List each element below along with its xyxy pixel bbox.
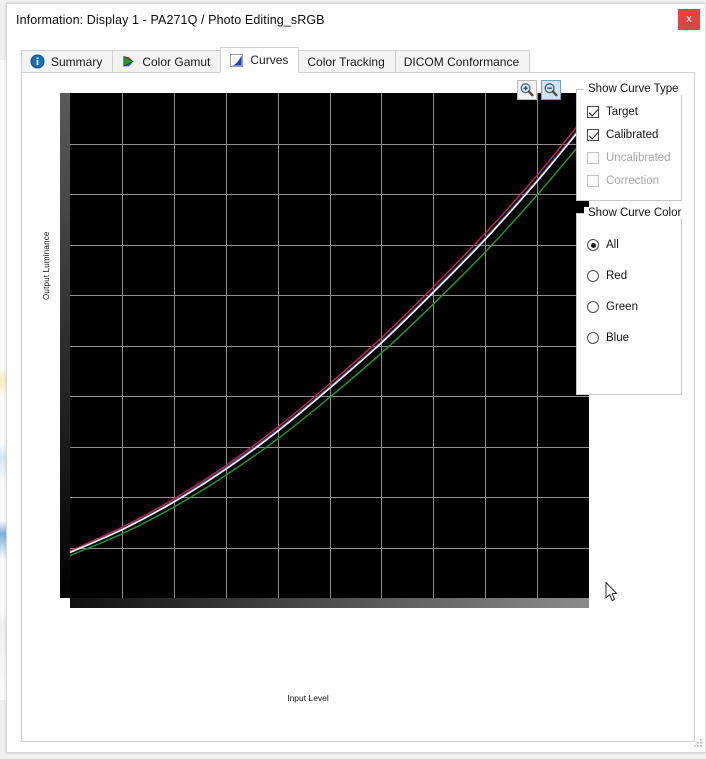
curve-green — [70, 132, 589, 557]
blue-radio[interactable] — [587, 332, 599, 344]
tab-color-gamut-label: Color Gamut — [142, 54, 211, 69]
tab-strip: Summary Color Gamut Curves Color Trackin… — [21, 47, 705, 73]
radio-row-blue[interactable]: Blue — [587, 332, 629, 344]
checkbox-row-correction: Correction — [587, 175, 659, 187]
calibrated-checkbox[interactable] — [587, 129, 599, 141]
show-curve-type-group: Show Curve Type Target Calibrated Uncali… — [576, 83, 683, 201]
uncalibrated-label: Uncalibrated — [606, 152, 671, 164]
radio-row-green[interactable]: Green — [587, 301, 638, 313]
all-label: All — [606, 239, 619, 251]
green-label: Green — [606, 301, 638, 313]
show-curve-color-title: Show Curve Color — [584, 207, 686, 219]
curve-red — [70, 110, 589, 552]
curves-tab-page: Output Luminance Input Level Show Curve … — [21, 72, 695, 742]
mouse-cursor — [605, 582, 618, 602]
tab-curves-label: Curves — [250, 53, 289, 67]
curve-blue — [70, 116, 589, 553]
checkbox-row-target[interactable]: Target — [587, 106, 638, 118]
gridlines — [70, 93, 589, 598]
red-radio[interactable] — [587, 270, 599, 282]
information-window: Information: Display 1 - PA271Q / Photo … — [6, 3, 706, 753]
tab-curves[interactable]: Curves — [220, 47, 300, 73]
desktop-background: Information: Display 1 - PA271Q / Photo … — [0, 0, 706, 759]
show-curve-type-title: Show Curve Type — [584, 83, 683, 95]
close-button[interactable]: x — [678, 9, 700, 30]
calibrated-label: Calibrated — [606, 129, 659, 141]
target-checkbox[interactable] — [587, 106, 599, 118]
show-curve-color-group: Show Curve Color All Red Green Blue — [576, 207, 686, 395]
info-icon — [30, 54, 45, 69]
gamut-triangle-icon — [123, 55, 135, 67]
all-radio[interactable] — [587, 239, 599, 251]
target-label: Target — [606, 106, 638, 118]
radio-row-red[interactable]: Red — [587, 270, 627, 282]
zoom-out-button[interactable] — [541, 80, 561, 100]
tab-dicom-conformance-label: DICOM Conformance — [403, 54, 520, 69]
checkbox-row-uncalibrated: Uncalibrated — [587, 152, 671, 164]
curves-chart-icon — [230, 53, 244, 67]
green-radio[interactable] — [587, 301, 599, 313]
magnifier-minus-icon — [544, 83, 558, 97]
input-level-gradient-bar — [70, 598, 589, 608]
curve-target — [70, 117, 589, 554]
blue-label: Blue — [606, 332, 630, 344]
checkbox-row-calibrated[interactable]: Calibrated — [587, 129, 658, 141]
tab-summary-label: Summary — [51, 54, 103, 69]
red-label: Red — [606, 270, 628, 282]
zoom-toolbar — [517, 80, 561, 100]
tab-color-tracking[interactable]: Color Tracking — [298, 50, 396, 73]
tab-color-tracking-label: Color Tracking — [307, 54, 385, 69]
window-titlebar: Information: Display 1 - PA271Q / Photo … — [7, 4, 705, 37]
resize-grip[interactable] — [691, 738, 703, 750]
magnifier-plus-icon — [520, 83, 534, 97]
curves-plot-svg — [70, 93, 589, 598]
correction-label: Correction — [606, 175, 660, 187]
tab-color-gamut[interactable]: Color Gamut — [112, 50, 222, 73]
x-axis-label: Input Level — [287, 693, 329, 703]
plot-wrapper — [60, 93, 618, 608]
uncalibrated-checkbox — [587, 152, 599, 164]
y-axis-label: Output Luminance — [42, 231, 51, 300]
tab-dicom-conformance[interactable]: DICOM Conformance — [394, 50, 531, 73]
radio-row-all[interactable]: All — [587, 239, 619, 251]
curves-chart: Output Luminance Input Level — [34, 93, 618, 703]
curve-lines — [70, 110, 589, 557]
tab-summary[interactable]: Summary — [21, 50, 114, 73]
output-luminance-gradient-bar — [60, 93, 70, 598]
zoom-in-button[interactable] — [517, 80, 537, 100]
correction-checkbox — [587, 175, 599, 187]
window-title: Information: Display 1 - PA271Q / Photo … — [16, 13, 325, 27]
plot-canvas[interactable] — [70, 93, 589, 598]
